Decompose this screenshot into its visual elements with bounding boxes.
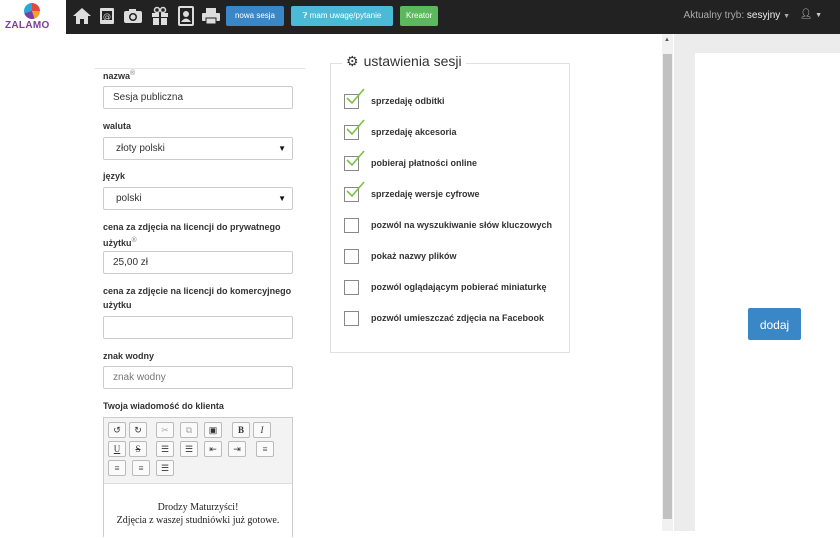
mode-switcher[interactable]: Aktualny tryb: sesyjny ▼ xyxy=(684,10,790,21)
scroll-up-icon[interactable]: ▲ xyxy=(664,37,670,43)
option-online-payments[interactable]: pobieraj płatności online xyxy=(344,150,569,174)
option-show-filenames[interactable]: pokaż nazwy plików xyxy=(344,249,569,267)
price-private-label: cena za zdjęcia na licencji do prywatneg… xyxy=(103,222,281,248)
chevron-down-icon: ▼ xyxy=(815,12,822,19)
indent-icon[interactable]: ⇥ xyxy=(228,441,246,457)
logo-text: ZALAMO xyxy=(5,20,50,31)
left-rail xyxy=(0,34,88,531)
justify-icon[interactable]: ☰ xyxy=(156,460,174,476)
undo-icon[interactable]: ↺ xyxy=(108,422,126,438)
printer-icon[interactable] xyxy=(201,6,221,26)
watermark-input[interactable]: znak wodny xyxy=(103,366,293,389)
new-session-button[interactable]: nowa sesja xyxy=(226,6,284,26)
align-center-icon[interactable]: ≡ xyxy=(132,460,150,476)
message-line: Drodzy Maturzyści! xyxy=(157,502,239,513)
user-menu[interactable]: 👤︎ ▼ xyxy=(800,9,822,20)
option-keyword-search[interactable]: pozwól na wyszukiwanie słów kluczowych xyxy=(344,218,569,236)
page-scrollbar[interactable]: ▲ xyxy=(662,34,673,531)
currency-select[interactable]: złoty polski ▼ xyxy=(103,137,293,160)
currency-label: waluta xyxy=(103,121,132,131)
checkbox[interactable] xyxy=(344,311,359,326)
zalamo-logo[interactable]: ZALAMO xyxy=(0,0,66,34)
strikethrough-button[interactable]: S xyxy=(129,441,147,457)
svg-text:@: @ xyxy=(103,12,111,21)
option-facebook-sharing[interactable]: pozwól umieszczać zdjęcia na Facebook xyxy=(344,311,569,329)
checkmark-icon xyxy=(346,119,365,136)
underline-button[interactable]: U xyxy=(108,441,126,457)
checkmark-icon xyxy=(346,88,365,105)
language-label: język xyxy=(103,171,126,181)
side-panel xyxy=(695,53,840,531)
checkmark-icon xyxy=(346,150,365,167)
question-icon: ❓︎ xyxy=(302,11,308,20)
message-textarea[interactable]: Drodzy Maturzyści! Zdjęcia z waszej stud… xyxy=(104,483,292,538)
chevron-down-icon: ▼ xyxy=(278,144,286,153)
mode-label: Aktualny tryb: xyxy=(683,10,745,21)
mode-value: sesyjny xyxy=(746,10,781,21)
price-private-input[interactable]: 25,00 zł xyxy=(103,251,293,274)
copy-icon[interactable]: ⧉ xyxy=(180,422,198,438)
add-button[interactable]: dodaj xyxy=(748,308,801,340)
ordered-list-icon[interactable]: ☰ xyxy=(156,441,174,457)
chevron-down-icon: ▼ xyxy=(278,194,286,203)
name-label: nazwa® xyxy=(103,70,136,81)
bullet-list-icon[interactable]: ☰ xyxy=(180,441,198,457)
checkbox[interactable] xyxy=(344,249,359,264)
option-download-thumbnail[interactable]: pozwól oglądającym pobierać miniaturkę xyxy=(344,280,569,298)
top-navbar: ZALAMO @ nowa sesja ❓︎ mam uwagę/pytanie… xyxy=(0,0,840,34)
feedback-button[interactable]: ❓︎ mam uwagę/pytanie xyxy=(291,6,393,26)
scroll-thumb[interactable] xyxy=(663,54,672,519)
currency-value: złoty polski xyxy=(116,143,165,154)
message-label: Twoja wiadomość do klienta xyxy=(103,401,224,411)
bold-button[interactable]: B xyxy=(232,422,250,438)
watermark-label: znak wodny xyxy=(103,351,155,361)
option-sell-prints[interactable]: sprzedaję odbitki xyxy=(344,88,569,112)
user-icon: 👤︎ xyxy=(799,9,813,20)
session-form: nazwa® Sesja publiczna waluta złoty pols… xyxy=(95,68,305,538)
gear-icon: ⚙︎ xyxy=(346,53,359,69)
checkbox[interactable] xyxy=(344,280,359,295)
wizard-button[interactable]: Kreator xyxy=(400,6,438,26)
outdent-icon[interactable]: ⇤ xyxy=(204,441,222,457)
align-right-icon[interactable]: ≡ xyxy=(108,460,126,476)
option-sell-digital[interactable]: sprzedaję wersje cyfrowe xyxy=(344,181,569,205)
book-icon[interactable]: @ xyxy=(97,6,117,26)
option-sell-accessories[interactable]: sprzedaję akcesoria xyxy=(344,119,569,143)
checkmark-icon xyxy=(346,181,365,198)
name-input[interactable]: Sesja publiczna xyxy=(103,86,293,109)
feedback-label: mam uwagę/pytanie xyxy=(309,11,382,20)
cut-icon[interactable]: ✂ xyxy=(156,422,174,438)
camera-icon[interactable] xyxy=(123,6,143,26)
message-editor: ↺ ↻ ✂ ⧉ ▣ B I U S ☰ ☰ ⇤ ⇥ ≡ ≡ ≡ ☰ Drodzy… xyxy=(103,417,293,538)
price-commercial-label: cena za zdjęcie na licencji do komercyjn… xyxy=(103,286,292,310)
settings-title: ⚙︎ ustawienia sesji xyxy=(342,53,466,70)
align-left-icon[interactable]: ≡ xyxy=(256,441,274,457)
price-commercial-input[interactable] xyxy=(103,316,293,339)
language-value: polski xyxy=(116,193,142,204)
checkbox[interactable] xyxy=(344,218,359,233)
chevron-down-icon: ▼ xyxy=(783,13,790,20)
paste-icon[interactable]: ▣ xyxy=(204,422,222,438)
message-line: Zdjęcia z waszej studniówki już gotowe. xyxy=(116,515,280,526)
logo-mark-icon xyxy=(24,3,40,19)
italic-button[interactable]: I xyxy=(253,422,271,438)
gift-icon[interactable] xyxy=(150,6,170,26)
redo-icon[interactable]: ↻ xyxy=(129,422,147,438)
language-select[interactable]: polski ▼ xyxy=(103,187,293,210)
home-icon[interactable] xyxy=(72,6,92,26)
portrait-icon[interactable] xyxy=(176,6,196,26)
